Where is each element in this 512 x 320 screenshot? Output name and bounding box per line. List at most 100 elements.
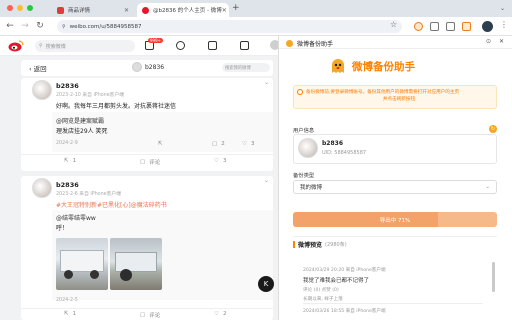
avatar[interactable] <box>32 80 52 100</box>
pin-icon[interactable]: ⊙ <box>486 38 491 45</box>
share-button[interactable]: ⇱ 1 <box>64 311 76 317</box>
weibo-search-input[interactable]: ⚲ 搜索微博 <box>35 40 135 52</box>
browser-menu-icon[interactable]: ⋮ <box>500 20 508 29</box>
comment-icon: ▢ <box>140 312 146 318</box>
like-button[interactable]: ♡ 3 <box>214 158 226 164</box>
comment-button[interactable]: ▢ 评论 <box>140 158 160 166</box>
site-info-icon[interactable]: ⚲ <box>62 24 66 30</box>
side-panel-icon[interactable] <box>462 22 471 31</box>
divider <box>293 236 497 237</box>
post-image-truck-right[interactable] <box>110 238 162 290</box>
preview-item: 2024/03/29 20:20 来自 iPhone客户端 我觉了难我会已都不记… <box>303 268 386 302</box>
back-arrow-icon[interactable]: ← <box>5 21 15 31</box>
post-image-truck-left[interactable] <box>56 238 108 290</box>
divider <box>21 308 273 309</box>
repost-like-button[interactable]: ♡ 3 <box>242 141 254 147</box>
video-icon[interactable] <box>208 41 217 50</box>
close-tab-icon[interactable]: ✕ <box>222 7 227 14</box>
like-icon: ♡ <box>242 141 247 147</box>
chevron-down-icon: ⌄ <box>485 184 490 190</box>
profile-avatar[interactable] <box>482 21 493 32</box>
comment-icon: ▢ <box>140 159 146 165</box>
hot-icon[interactable] <box>176 41 185 50</box>
post-link-line[interactable]: #大王冠特别新#已黑化[心]@魔法碎药书 <box>56 200 167 209</box>
repost-date: 2024-2-9 <box>56 141 78 146</box>
extension-weibo-backup-icon[interactable] <box>414 22 423 31</box>
preview-scrollbar[interactable] <box>492 262 495 292</box>
repost-author[interactable]: @结零结零ww <box>56 213 96 222</box>
floating-k-badge[interactable]: K <box>258 276 274 292</box>
export-progress-button[interactable]: 导出中 71% <box>293 212 497 227</box>
post-author[interactable]: b2836 <box>56 181 79 189</box>
preview-list: 2024/03/29 20:20 来自 iPhone客户端 我觉了难我会已都不记… <box>293 247 489 320</box>
share-icon: ⇱ <box>64 311 69 317</box>
info-icon <box>297 89 303 95</box>
like-button[interactable]: ♡ 2 <box>214 311 226 317</box>
message-icon[interactable] <box>240 41 249 50</box>
ghost-app-icon <box>286 40 293 47</box>
avatar[interactable] <box>32 178 52 198</box>
repost-text: 理发店挂29人 笑死 <box>56 128 108 135</box>
post-meta: 2023-2-6 来自 iPhone客户端 <box>56 192 121 197</box>
repost-comment-button[interactable]: ▢ 2 <box>212 141 225 147</box>
extension-puzzle-icon[interactable] <box>430 22 439 31</box>
repost-text: 呼！ <box>56 225 69 232</box>
truck-shape <box>115 252 157 272</box>
avatar <box>298 138 318 158</box>
progress-label: 导出中 71% <box>379 217 411 224</box>
user-uid: UID: 5884958587 <box>322 150 367 156</box>
preview-item: 2024/03/26 18:55 来自 iPhone客户端 <box>303 309 386 314</box>
back-link[interactable]: ‹ 返回 <box>29 63 47 73</box>
truck-shape <box>60 250 104 272</box>
weibo-logo-icon[interactable] <box>8 39 24 52</box>
chevron-down-icon[interactable]: ⌄ <box>264 177 269 184</box>
profile-search-input[interactable]: 搜索我的微博 <box>222 63 270 72</box>
comment-icon: ▢ <box>212 141 218 147</box>
tab-weibo-profile[interactable]: @b2836 的个人主页 - 微博 ✕ <box>137 3 229 17</box>
share-icon: ⇱ <box>64 158 69 164</box>
forward-arrow-icon[interactable]: → <box>20 21 30 31</box>
repost-author[interactable]: @网览是建案赋霸 <box>56 116 104 125</box>
search-icon: ⚲ <box>39 43 43 49</box>
share-icon: ⇱ <box>158 141 163 147</box>
refresh-icon[interactable]: ↻ <box>489 125 497 133</box>
wheel-shape <box>90 270 99 279</box>
like-icon: ♡ <box>214 311 219 317</box>
user-name: b2836 <box>322 140 343 147</box>
reload-icon[interactable]: ↻ <box>35 21 45 31</box>
backup-type-label: 备份类型 <box>293 173 315 179</box>
notification-badge: 999+ <box>148 38 163 43</box>
wheel-shape <box>64 270 73 279</box>
post-text: 好啊。我每年三月都剪头发。对抗裹蒋社迷信 <box>56 103 177 110</box>
wheel-shape <box>120 269 132 281</box>
user-info-label: 用户信息 <box>293 128 315 134</box>
divider <box>279 48 512 49</box>
bookmark-star-icon[interactable]: ☆ <box>390 20 397 29</box>
comment-button[interactable]: ▢ 评论 <box>140 311 160 319</box>
post-meta: 2023-2-10 来自 iPhone客户端 <box>56 93 125 98</box>
close-tab-icon[interactable]: ✕ <box>124 7 129 14</box>
backup-type-select[interactable]: 我的微博 ⌄ <box>293 180 497 194</box>
close-window-button[interactable] <box>7 5 13 11</box>
close-panel-icon[interactable]: ✕ <box>499 38 504 45</box>
user-info-card <box>293 134 497 164</box>
repost-date: 2024-2-5 <box>56 298 78 303</box>
zoom-window-button[interactable] <box>27 5 33 11</box>
address-bar[interactable]: ⚲ weibo.com/u/5884958587 <box>57 20 402 33</box>
tab-dropdown-chevron-icon[interactable]: ⌄ <box>500 5 505 12</box>
minimize-window-button[interactable] <box>17 5 23 11</box>
profile-mini: b2836 <box>132 62 164 72</box>
weibo-favicon-icon <box>142 6 149 14</box>
panel-title: 微博备份助手 <box>352 61 415 73</box>
extensions-icon[interactable] <box>446 22 455 31</box>
like-icon: ♡ <box>214 158 219 164</box>
repost-share-button[interactable]: ⇱ <box>158 141 163 147</box>
share-button[interactable]: ⇱ 1 <box>64 158 76 164</box>
login-notice: 备份微博前,要登录微博账号。备份其他用户的微博需要打开对应用户的主页 并点击刷新… <box>293 85 497 109</box>
new-tab-button[interactable]: + <box>232 3 240 13</box>
chevron-down-icon[interactable]: ⌄ <box>264 79 269 86</box>
avatar <box>132 62 142 72</box>
divider <box>303 303 483 304</box>
tab-product-detail[interactable]: 商品详情 ✕ <box>52 3 134 17</box>
post-author[interactable]: b2836 <box>56 82 79 90</box>
